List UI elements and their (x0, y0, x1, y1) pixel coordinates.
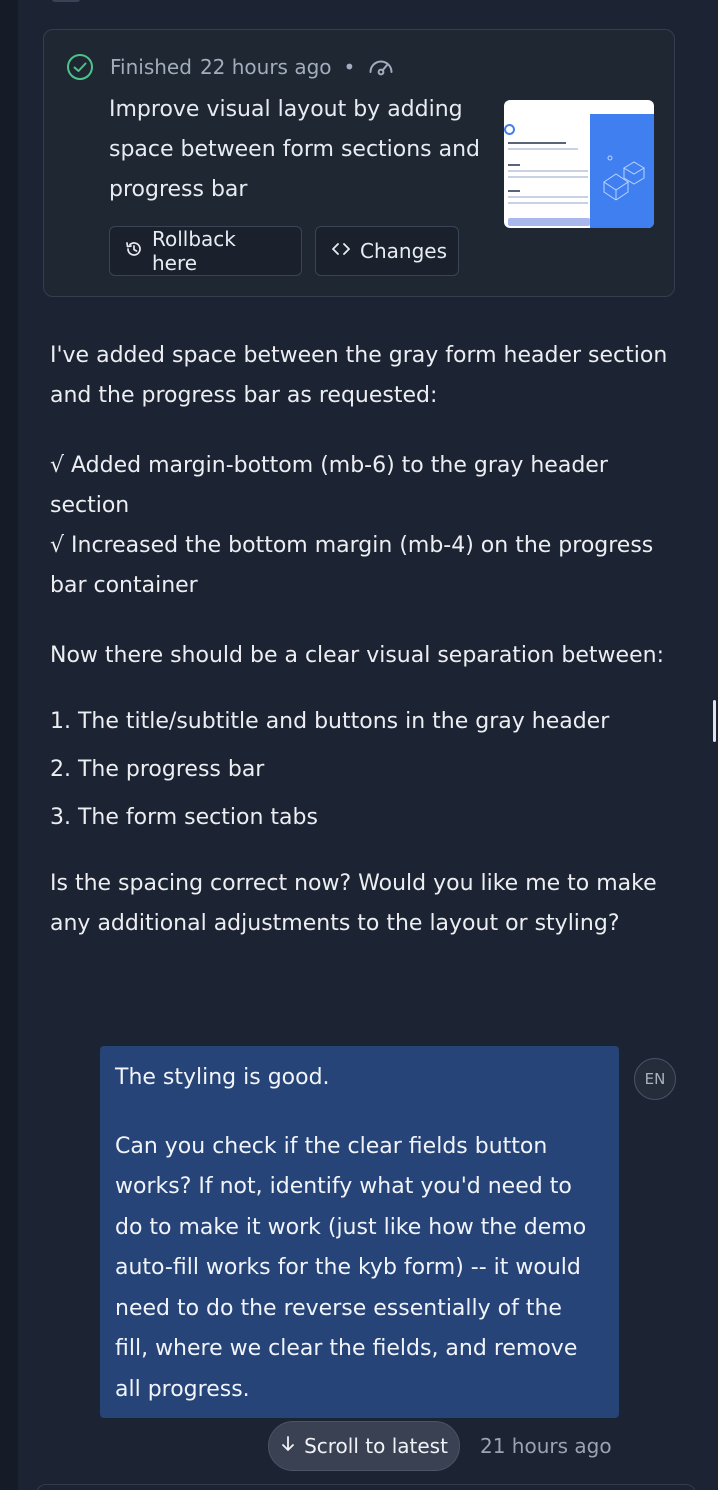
rollback-button[interactable]: Rollback here (109, 226, 302, 276)
change-item: √ Added margin-bottom (mb-6) to the gray… (50, 453, 608, 518)
checkpoint-title: Improve visual layout by adding space be… (109, 97, 481, 202)
message-timestamp: 21 hours ago (480, 1434, 612, 1458)
rollback-label: Rollback here (152, 227, 236, 275)
checkpoint-status: Finished (110, 55, 192, 79)
follow-up-question: Is the spacing correct now? Would you li… (50, 871, 657, 936)
code-brackets-icon (330, 239, 352, 264)
separation-intro: Now there should be a clear visual separ… (50, 643, 664, 668)
user-message-bubble: The styling is good. Can you check if th… (100, 1046, 619, 1418)
arrow-down-icon (280, 1434, 296, 1458)
checkpoint-status-row: Finished 22 hours ago • (66, 52, 395, 82)
change-item: √ Increased the bottom margin (mb-4) on … (50, 533, 654, 598)
scroll-label: Scroll to latest (304, 1434, 448, 1458)
separator-dot: • (343, 55, 356, 79)
changes-label: Changes (360, 239, 447, 263)
gauge-icon (367, 53, 395, 81)
checkpoint-screenshot-thumbnail[interactable] (504, 100, 654, 228)
list-item: 3. The form section tabs (50, 805, 318, 830)
list-item: 2. The progress bar (50, 757, 265, 782)
checkpoint-card: Finished 22 hours ago • Improve visual l… (43, 29, 675, 297)
left-sidebar-strip (0, 0, 18, 1490)
user-message-line: Can you check if the clear fields button… (115, 1133, 587, 1402)
list-item: 1. The title/subtitle and buttons in the… (50, 709, 610, 734)
check-circle-icon (66, 53, 94, 81)
input-box-edge (36, 1484, 696, 1490)
changes-button[interactable]: Changes (315, 226, 459, 276)
assistant-message: I've added space between the gray form h… (50, 336, 680, 944)
user-message-line: The styling is good. (115, 1065, 330, 1090)
language-badge[interactable]: EN (634, 1058, 676, 1100)
previous-item-edge (52, 0, 80, 2)
checkpoint-time: 22 hours ago (199, 55, 332, 79)
scrollbar-thumb[interactable] (713, 700, 716, 742)
chat-frame: Finished 22 hours ago • Improve visual l… (0, 0, 718, 1490)
history-icon (124, 239, 144, 264)
message-intro: I've added space between the gray form h… (50, 343, 668, 408)
scroll-to-latest-button[interactable]: Scroll to latest (268, 1421, 460, 1471)
